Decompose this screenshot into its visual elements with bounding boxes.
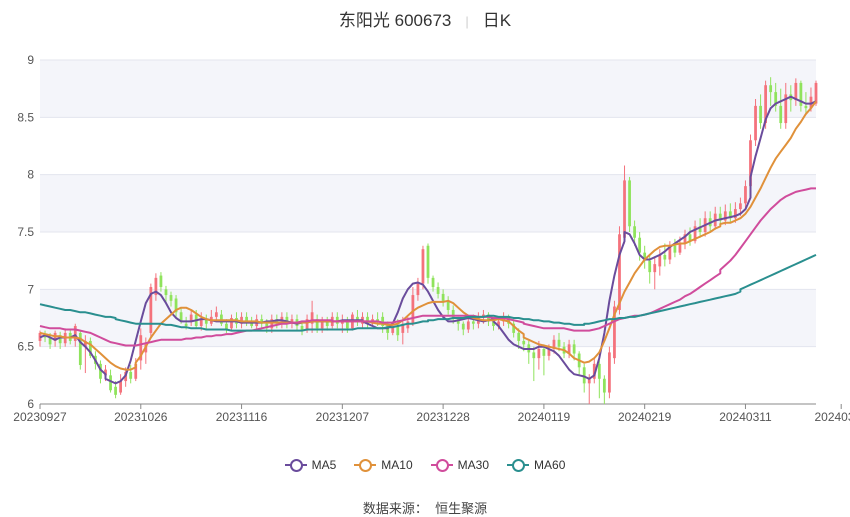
candle — [759, 105, 762, 124]
kline-chart[interactable]: 9 8.5 8 7.5 7 6.5 620230927 20231026 20231116 202… — [0, 0, 850, 517]
candle — [214, 312, 218, 317]
legend-label: MA10 — [381, 458, 413, 472]
x-tick-label: 20240119 — [518, 410, 571, 424]
candle — [461, 323, 465, 330]
y-tick-label: 6 — [27, 397, 34, 411]
candle — [164, 289, 168, 296]
candle — [416, 283, 420, 296]
candle — [628, 180, 631, 227]
candle — [345, 321, 349, 329]
x-tick-label: 20231026 — [114, 410, 168, 424]
candle — [557, 339, 561, 347]
x-tick-label: 20231228 — [416, 410, 470, 424]
grid-band — [40, 60, 816, 118]
candle — [129, 371, 133, 379]
legend-item-ma30[interactable]: MA30 — [430, 458, 490, 472]
candle — [320, 321, 324, 329]
legend-label: MA30 — [457, 458, 490, 472]
candle — [109, 375, 112, 391]
y-tick-label: 8 — [27, 168, 34, 182]
grid-band — [40, 289, 816, 347]
x-tick-label: 20231207 — [316, 410, 370, 424]
candle — [532, 352, 536, 359]
candle — [421, 249, 425, 284]
candle — [431, 277, 435, 288]
chart-legend: MA5 MA10 MA30 MA60 — [0, 458, 850, 472]
candle — [623, 180, 626, 238]
candle — [537, 348, 541, 359]
y-tick-label: 9 — [27, 53, 34, 67]
candle — [769, 85, 773, 93]
grid-band — [40, 174, 816, 232]
candle — [658, 254, 662, 267]
candle — [466, 321, 470, 330]
x-tick-label: 20240329 — [814, 410, 850, 424]
source-name: 恒生聚源 — [435, 501, 488, 516]
candle — [436, 287, 440, 294]
legend-swatch-icon — [284, 459, 307, 472]
y-tick-label: 8.5 — [17, 110, 34, 124]
candle — [517, 332, 521, 341]
candle — [184, 323, 188, 327]
candle — [119, 381, 123, 393]
source-label: 数据来源： — [362, 501, 428, 516]
x-tick-label: 20231116 — [216, 410, 268, 424]
candle — [633, 226, 636, 238]
candle — [522, 340, 526, 345]
candle — [814, 82, 818, 104]
candle — [471, 321, 475, 324]
legend-item-ma5[interactable]: MA5 — [284, 458, 337, 472]
candle — [602, 378, 606, 393]
candle — [169, 295, 173, 301]
legend-item-ma10[interactable]: MA10 — [354, 458, 413, 472]
legend-swatch-icon — [354, 459, 377, 472]
candle — [653, 264, 657, 273]
candle — [572, 344, 576, 354]
legend-label: MA60 — [534, 458, 566, 472]
candle — [754, 105, 757, 141]
candle — [648, 260, 652, 273]
candle — [608, 352, 611, 393]
y-tick-label: 7 — [27, 282, 34, 296]
candle — [542, 348, 546, 356]
legend-label: MA5 — [311, 458, 337, 472]
x-tick-label: 20240311 — [719, 410, 772, 424]
legend-swatch-icon — [507, 459, 530, 472]
candle — [779, 105, 783, 124]
candle — [114, 386, 117, 395]
candle — [739, 203, 742, 210]
y-tick-label: 7.5 — [17, 225, 34, 239]
candle — [597, 363, 601, 379]
y-tick-label: 6.5 — [17, 340, 34, 354]
candle — [396, 326, 400, 336]
data-source: 数据来源： 恒生聚源 — [0, 498, 850, 517]
candle — [804, 105, 808, 109]
candle — [744, 186, 747, 204]
x-tick-label: 20230927 — [13, 410, 67, 424]
legend-swatch-icon — [430, 459, 453, 472]
candle — [441, 293, 445, 301]
candle — [673, 245, 677, 253]
candle — [426, 245, 430, 278]
x-tick-label: 20240219 — [618, 410, 672, 424]
candle — [159, 275, 163, 288]
legend-item-ma60[interactable]: MA60 — [507, 458, 565, 472]
candle — [663, 254, 667, 260]
candle — [678, 243, 682, 253]
